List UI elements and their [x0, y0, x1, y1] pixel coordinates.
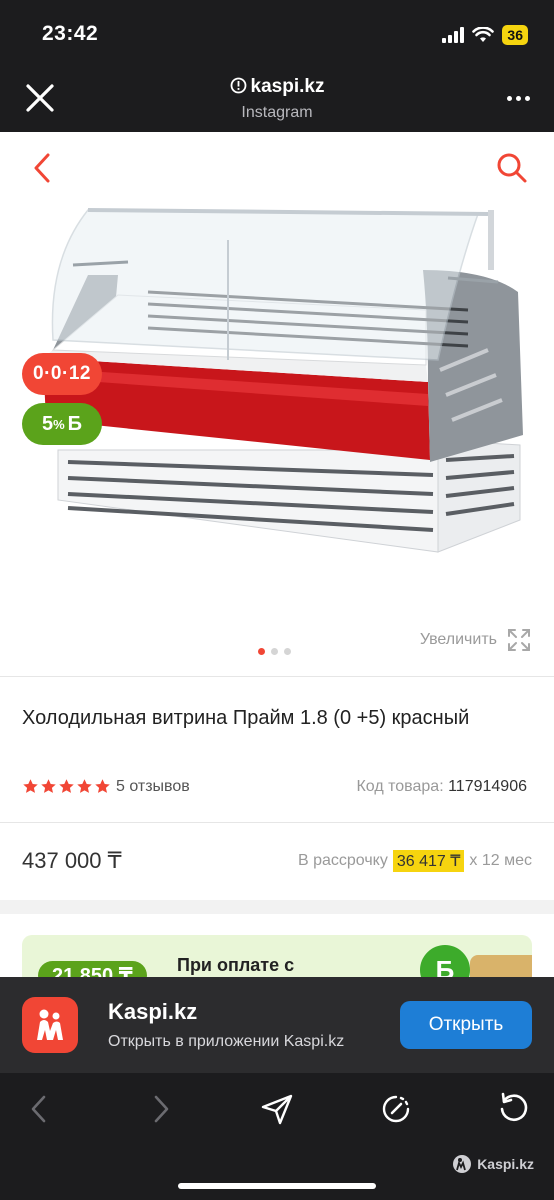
divider — [0, 676, 554, 677]
info-icon — [230, 77, 246, 94]
watermark: Kaspi.kz — [452, 1154, 534, 1174]
rating-stars[interactable] — [22, 778, 111, 795]
reviews-link[interactable]: 5 отзывов — [116, 778, 190, 796]
battery-indicator: 36 — [502, 25, 528, 45]
status-time: 23:42 — [42, 22, 99, 45]
kaspi-watermark-icon — [453, 1155, 472, 1173]
sku: Код товара: 117914906 — [356, 778, 527, 796]
star-icon — [23, 779, 38, 793]
open-app-button[interactable]: Открыть — [400, 1001, 532, 1049]
site-subtitle: Instagram — [241, 104, 313, 121]
bonus-badge-value: 5 — [41, 412, 54, 435]
site-domain: kaspi.kz — [250, 76, 325, 97]
divider — [0, 822, 554, 823]
installment-badge: 0·0·12 — [22, 353, 102, 395]
sku-value: 117914906 — [448, 778, 527, 795]
gallery-dot[interactable] — [271, 648, 278, 655]
status-indicators: 36 — [442, 24, 528, 46]
more-options-icon[interactable] — [504, 86, 532, 110]
app-description: Открыть в приложении Kaspi.kz — [108, 1033, 345, 1050]
bonus-badge-symbol: Б — [67, 412, 83, 435]
share-icon[interactable] — [259, 1091, 295, 1127]
kaspi-logo-icon — [37, 1009, 63, 1040]
cellular-signal-icon — [442, 27, 465, 43]
watermark-text: Kaspi.kz — [477, 1156, 534, 1172]
star-icon — [41, 779, 56, 793]
browser-compass-icon[interactable] — [378, 1091, 414, 1127]
section-separator — [0, 900, 554, 914]
browser-toolbar — [0, 1073, 554, 1200]
search-icon[interactable] — [496, 152, 528, 184]
star-icon — [77, 779, 92, 793]
reload-icon[interactable] — [496, 1091, 532, 1127]
wifi-icon — [472, 27, 495, 42]
product-title: Холодильная витрина Прайм 1.8 (0 +5) кра… — [22, 707, 470, 729]
star-icon — [95, 779, 110, 793]
app-banner: Kaspi.kz Открыть в приложении Kaspi.kz О… — [0, 977, 554, 1073]
star-icon — [59, 779, 74, 793]
nav-forward-icon[interactable] — [142, 1091, 178, 1127]
site-title: kaspi.kz — [0, 76, 554, 98]
bonus-badge: 5% Б — [22, 403, 102, 445]
gallery-dot-active[interactable] — [258, 648, 265, 655]
gallery-pagination[interactable] — [258, 648, 291, 655]
gallery-dot[interactable] — [284, 648, 291, 655]
installment-suffix: х 12 мес — [469, 852, 532, 869]
installment-info: В рассрочку 36 417 ₸ х 12 мес — [298, 850, 532, 872]
nav-back-icon[interactable] — [22, 1091, 58, 1127]
installment-prefix: В рассрочку — [297, 852, 388, 869]
zoom-label[interactable]: Увеличить — [420, 631, 497, 649]
app-name: Kaspi.kz — [108, 999, 198, 1024]
expand-icon[interactable] — [506, 627, 532, 653]
product-price: 437 000 ₸ — [22, 848, 122, 873]
installment-amount: 36 417 ₸ — [392, 850, 465, 872]
bonus-badge-unit: % — [53, 416, 65, 432]
kaspi-app-icon[interactable] — [22, 997, 78, 1053]
back-arrow-icon[interactable] — [28, 150, 56, 186]
sku-label: Код товара: — [356, 778, 444, 795]
home-indicator — [178, 1183, 376, 1189]
promo-text: При оплате с — [177, 955, 295, 975]
browser-header: 23:42 36 kaspi.kz Instagram — [0, 0, 554, 132]
